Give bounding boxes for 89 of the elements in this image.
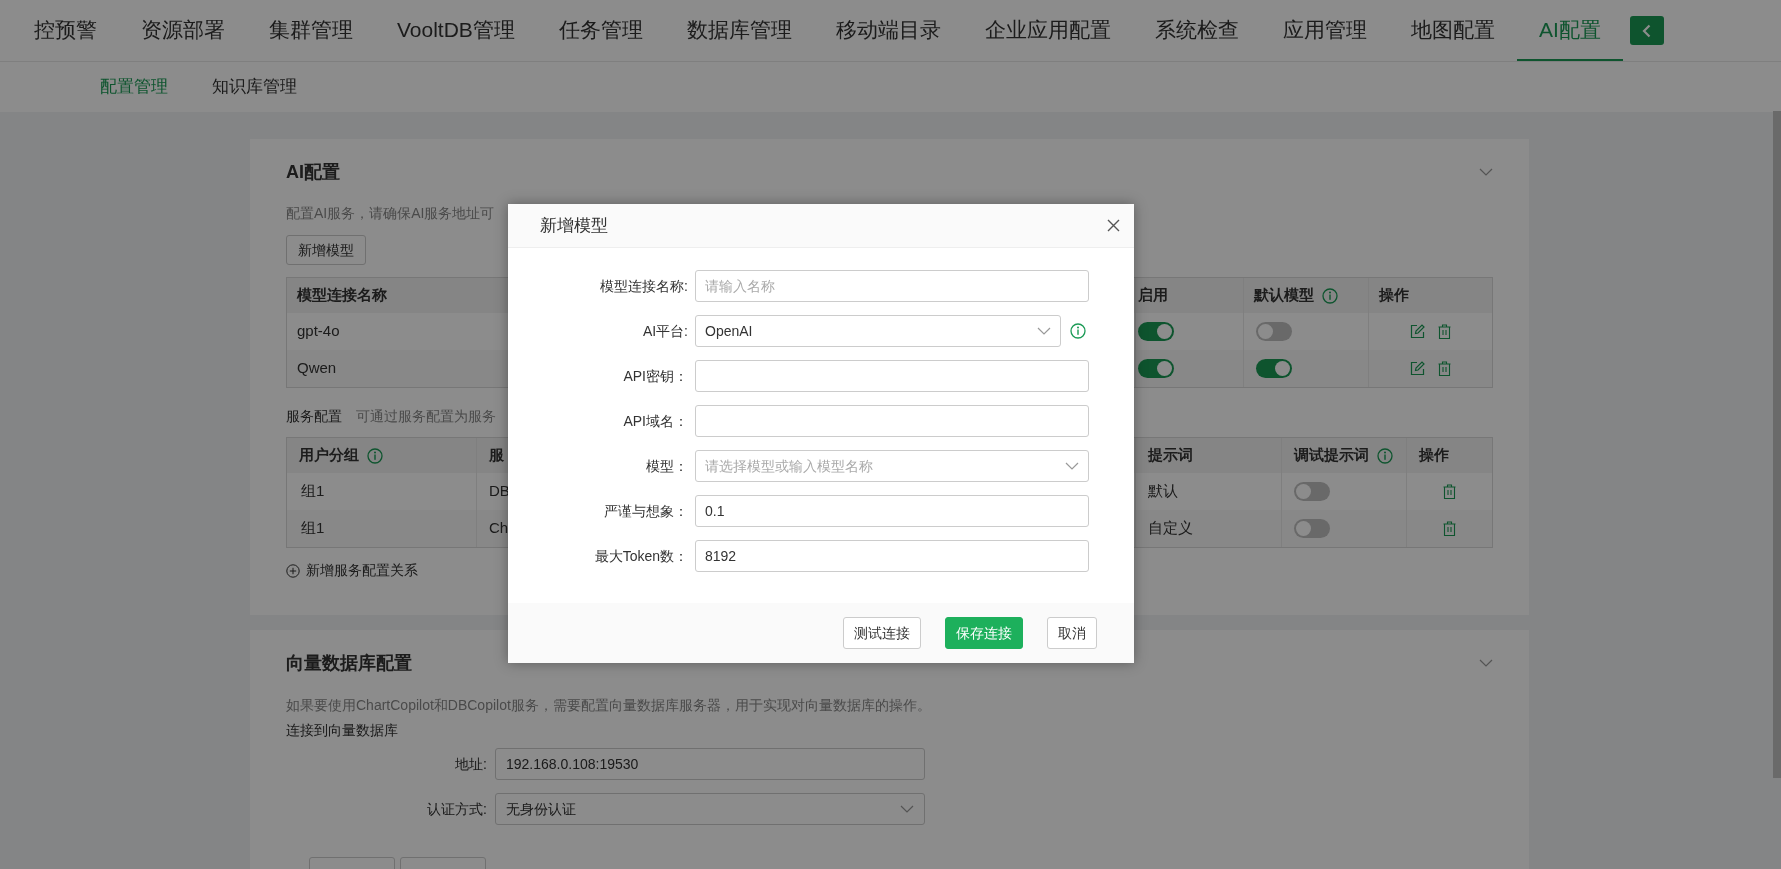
column-header: 模型连接名称 [297,285,387,306]
scrollbar[interactable] [1773,111,1781,778]
field-label: AI平台: [642,321,688,341]
sub-tab[interactable]: 配置管理 [78,74,190,100]
field-label: 认证方式: [427,799,487,819]
dialog-button[interactable]: 测试连接 [843,617,921,649]
section-subheading: 连接到向量数据库 [286,721,399,740]
column-header: 服 [489,445,504,466]
trash-icon[interactable] [1443,521,1456,536]
input-field[interactable] [695,405,1089,437]
table-cell-text: 自定义 [1148,518,1193,539]
dialog-button[interactable]: 保存连接 [945,617,1023,649]
table-cell-text: 默认 [1148,481,1178,502]
add-model-button[interactable]: 新增模型 [286,235,366,265]
section-label: 服务配置 [286,406,342,426]
nav-tab[interactable]: 地图配置 [1388,0,1517,61]
table-cell-text: 组1 [301,518,325,539]
trash-icon[interactable] [1438,361,1451,376]
table-cell-text: Ch [489,518,509,539]
sub-tab[interactable]: 知识库管理 [190,74,319,100]
toggle-switch[interactable] [1294,482,1330,501]
collapse-icon[interactable] [1479,168,1493,176]
column-header: 调试提示词 [1294,445,1369,466]
info-icon[interactable] [1322,287,1338,304]
table-cell-text: gpt-4o [297,321,340,342]
add-relation-button[interactable]: 新增服务配置关系 [286,560,418,581]
section-description: 如果要使用ChartCopilot和DBCopilot服务，需要配置向量数据库服务器，用于实现对向量数据库的操作。 [286,696,932,715]
table-cell-text: DB [489,481,510,502]
nav-tab[interactable]: 集群管理 [247,0,375,61]
trash-icon[interactable] [1438,324,1451,339]
field-label: 地址: [455,754,487,774]
select-value: 无身份认证 [506,799,576,819]
table-cell-text: Qwen [297,358,337,379]
section-hint: 可通过服务配置为服务 [356,406,496,426]
dialog-title: 新增模型 [540,214,608,237]
collapse-icon[interactable] [1479,659,1493,667]
section-description: 配置AI服务，请确保AI服务地址可 [286,204,496,223]
input-field[interactable]: 请输入名称 [695,270,1089,302]
input-field[interactable]: 192.168.0.108:19530 [495,748,925,780]
toggle-switch[interactable] [1138,322,1174,341]
input-field[interactable] [695,360,1089,392]
info-icon[interactable] [367,447,383,464]
toggle-switch[interactable] [1256,322,1292,341]
info-icon[interactable] [1070,323,1086,339]
section-title: 向量数据库配置 [286,651,412,675]
nav-tab[interactable]: 数据库管理 [664,0,814,61]
table-cell-text: 组1 [301,481,325,502]
nav-tab[interactable]: 控预警 [12,0,119,61]
dialog-button[interactable]: 取消 [1047,617,1097,649]
select-field[interactable]: 无身份认证 [495,793,925,825]
input-field[interactable]: 8192 [695,540,1089,572]
nav-tab[interactable]: 任务管理 [536,0,665,61]
placeholder: 请选择模型或输入模型名称 [705,456,873,476]
column-header: 提示词 [1148,445,1193,466]
info-icon[interactable] [1377,447,1393,464]
input-field[interactable]: 0.1 [695,495,1089,527]
toggle-switch[interactable] [1294,519,1330,538]
chevron-down-icon [900,805,914,813]
back-button[interactable] [1629,16,1664,45]
field-label: API密钥： [623,366,688,386]
select-value: OpenAI [705,321,753,341]
column-header: 启用 [1138,285,1168,306]
field-label: 最大Token数： [594,546,688,566]
nav-tab[interactable]: 系统检查 [1132,0,1261,61]
edit-icon[interactable] [1410,324,1425,339]
column-header: 操作 [1419,445,1449,466]
edit-icon[interactable] [1410,361,1425,376]
plus-circle-icon [286,563,300,578]
nav-tab[interactable]: 移动端目录 [813,0,963,61]
close-icon[interactable] [1107,219,1120,232]
field-label: 模型连接名称: [600,276,688,296]
field-label: 严谨与想象： [604,501,688,521]
chevron-down-icon [1037,327,1051,335]
toggle-switch[interactable] [1256,359,1292,378]
nav-tab[interactable]: 企业应用配置 [962,0,1133,61]
section-title: AI配置 [286,160,340,184]
field-label: API域名： [623,411,688,431]
select-field[interactable]: OpenAI [695,315,1061,347]
nav-tab[interactable]: 应用管理 [1260,0,1389,61]
column-header: 用户分组 [299,445,359,466]
column-header: 操作 [1379,285,1409,306]
field-label: 模型： [646,456,688,476]
chevron-left-icon [1642,23,1652,38]
nav-tab[interactable]: VooltDB管理 [375,0,537,61]
column-header: 默认模型 [1254,285,1314,306]
chevron-down-icon [1065,462,1079,470]
toggle-switch[interactable] [1138,359,1174,378]
trash-icon[interactable] [1443,484,1456,499]
nav-tab[interactable]: 资源部署 [119,0,247,61]
